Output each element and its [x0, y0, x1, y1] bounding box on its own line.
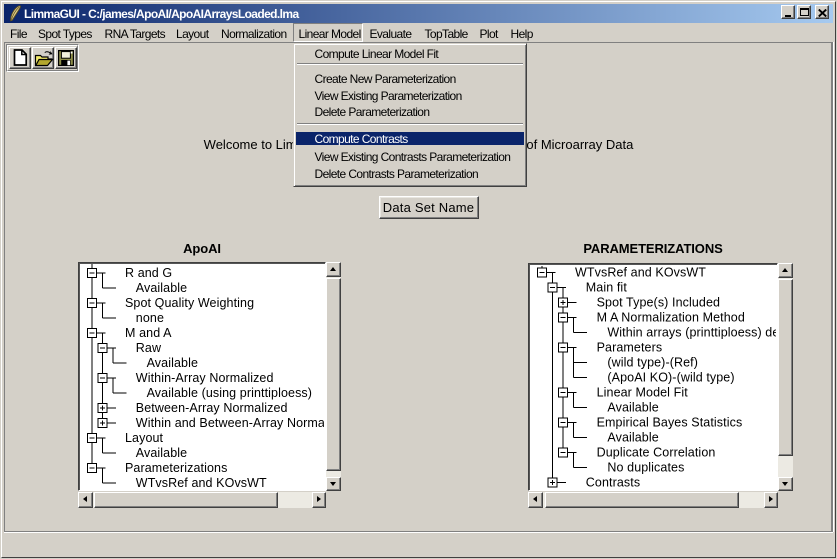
svg-text:Within and Between-Array Norma: Within and Between-Array Normalized: [136, 416, 324, 430]
svg-text:Spot Quality Weighting: Spot Quality Weighting: [125, 296, 254, 310]
svg-text:Main fit: Main fit: [586, 281, 628, 295]
svg-text:Available: Available: [147, 356, 198, 370]
svg-text:Available: Available: [136, 446, 187, 460]
svg-text:Linear Model Fit: Linear Model Fit: [597, 386, 689, 400]
svg-text:Available: Available: [607, 401, 658, 415]
svg-text:Duplicate Correlation: Duplicate Correlation: [597, 446, 716, 460]
svg-text:Parameterizations: Parameterizations: [125, 461, 227, 475]
svg-text:M and A: M and A: [125, 326, 172, 340]
svg-text:none: none: [136, 311, 164, 325]
svg-text:WTvsRef and KOvsWT: WTvsRef and KOvsWT: [575, 266, 706, 280]
svg-text:(wild type)-(Ref): (wild type)-(Ref): [607, 356, 698, 370]
svg-text:Layout: Layout: [125, 431, 164, 445]
svg-text:Parameters: Parameters: [597, 341, 663, 355]
svg-text:Spot Type(s) Included: Spot Type(s) Included: [597, 296, 720, 310]
svg-text:Empirical Bayes Statistics: Empirical Bayes Statistics: [597, 416, 743, 430]
svg-text:Available: Available: [136, 281, 187, 295]
svg-text:M A Normalization Method: M A Normalization Method: [597, 311, 745, 325]
svg-text:(ApoAI KO)-(wild type): (ApoAI KO)-(wild type): [607, 371, 734, 385]
svg-text:Contrasts: Contrasts: [586, 476, 640, 489]
svg-text:Within-Array Normalized: Within-Array Normalized: [136, 371, 274, 385]
svg-text:Within arrays (printtiploess): Within arrays (printtiploess) default: [607, 326, 776, 340]
svg-text:Available: Available: [607, 431, 658, 445]
svg-text:R and G: R and G: [125, 266, 172, 280]
svg-text:Raw: Raw: [136, 341, 162, 355]
svg-text:No duplicates: No duplicates: [607, 461, 684, 475]
svg-text:Available (using printtiploess: Available (using printtiploess): [147, 386, 312, 400]
svg-text:WTvsRef and KOvsWT: WTvsRef and KOvsWT: [136, 476, 267, 489]
svg-text:Between-Array Normalized: Between-Array Normalized: [136, 401, 288, 415]
